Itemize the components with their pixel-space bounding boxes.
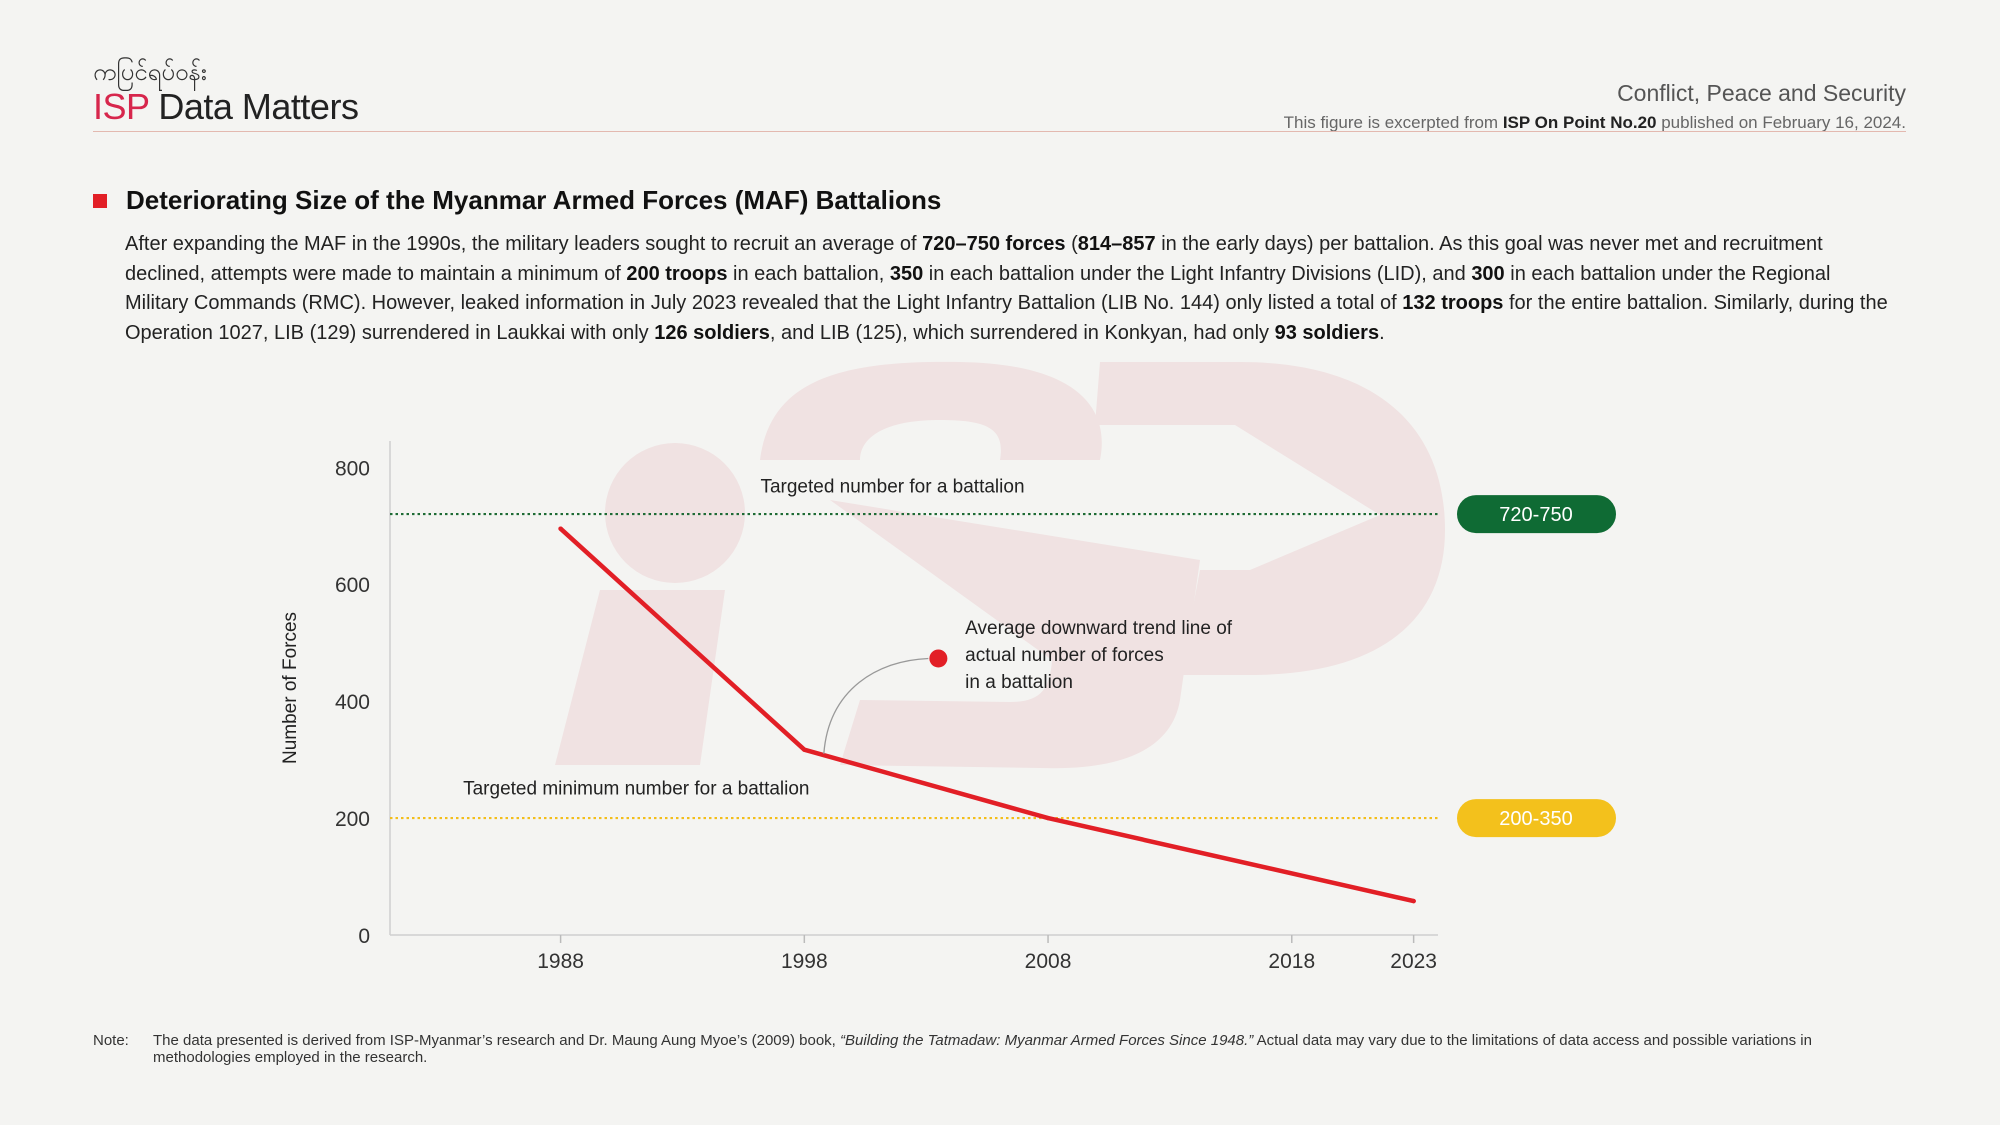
x-tick-label: 1988 xyxy=(537,950,584,973)
isp-watermark xyxy=(555,361,1445,769)
annotation-text: in a battalion xyxy=(965,672,1073,693)
reference-badge-label: 200-350 xyxy=(1499,808,1572,830)
reference-badge: 720-750 xyxy=(1457,495,1616,534)
note-book-title: “Building the Tatmadaw: Myanmar Armed Fo… xyxy=(840,1032,1254,1049)
reference-line-label: Targeted number for a battalion xyxy=(760,476,1024,497)
note-text: The data presented is derived from ISP-M… xyxy=(153,1032,1812,1066)
annotation-text: actual number of forces xyxy=(965,645,1164,666)
y-tick-label: 600 xyxy=(335,574,370,597)
x-tick-label: 1998 xyxy=(781,950,828,973)
y-axis-label: Number of Forces xyxy=(280,612,301,764)
x-tick-label: 2018 xyxy=(1268,950,1315,973)
footnote: Note: The data presented is derived from… xyxy=(93,1032,1873,1066)
annotation-marker xyxy=(929,649,948,668)
note-label: Note: xyxy=(93,1032,129,1049)
reference-badge: 200-350 xyxy=(1457,799,1616,838)
y-tick-label: 800 xyxy=(335,457,370,480)
data-point xyxy=(1045,815,1051,821)
y-tick-label: 200 xyxy=(335,808,370,831)
y-tick-label: 400 xyxy=(335,691,370,714)
line-chart: 0 200 400 600 800 1988 1998 2008 2018 2023 Target… xyxy=(280,361,1616,973)
reference-line-label: Targeted minimum number for a battalion xyxy=(463,779,809,800)
data-point xyxy=(802,747,807,752)
data-point xyxy=(558,526,563,531)
y-tick-label: 0 xyxy=(358,925,370,948)
x-tick-label: 2008 xyxy=(1025,950,1072,973)
data-point xyxy=(1411,898,1416,904)
annotation-text: Average downward trend line of xyxy=(965,618,1233,639)
x-tick-label: 2023 xyxy=(1390,950,1437,973)
reference-badge-label: 720-750 xyxy=(1499,504,1572,526)
